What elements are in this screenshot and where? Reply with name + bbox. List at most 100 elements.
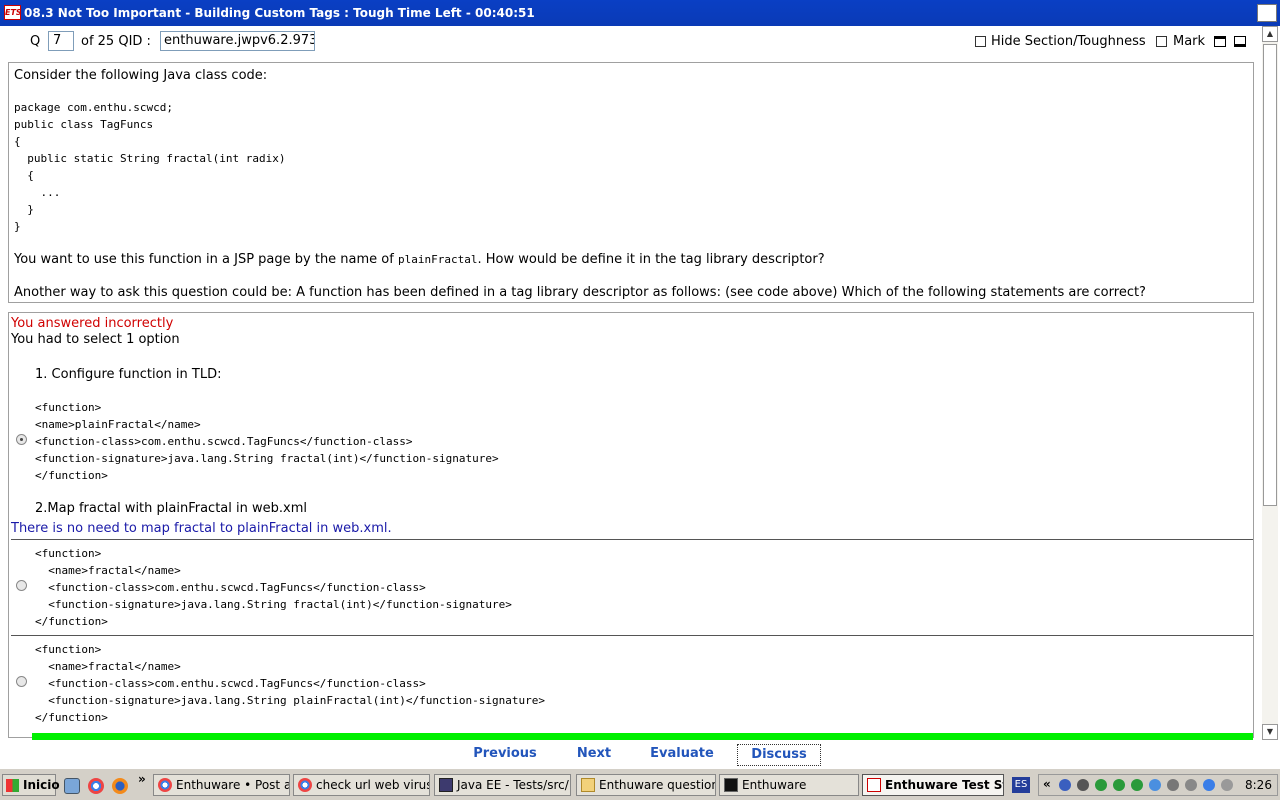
code-line: <function-signature>java.lang.String fra… <box>35 452 499 465</box>
question-panel: Consider the following Java class code: … <box>8 62 1254 303</box>
option-1-step1: 1. Configure function in TLD: <box>35 367 222 382</box>
mark-checkbox[interactable] <box>1156 36 1167 47</box>
window-close-button[interactable] <box>1257 4 1277 22</box>
print-icon[interactable] <box>1234 36 1246 47</box>
network-icon[interactable] <box>1059 779 1071 791</box>
next-button[interactable]: Next <box>572 744 616 766</box>
previous-button[interactable]: Previous <box>470 744 540 766</box>
hide-section-checkbox[interactable] <box>975 36 986 47</box>
scroll-up-icon[interactable]: ▲ <box>1262 26 1278 42</box>
code-line: <name>fractal</name> <box>35 660 181 673</box>
code-line: </function> <box>35 711 108 724</box>
taskbar-item[interactable]: Enthuware • Post a ... <box>153 774 290 796</box>
code-line: <function> <box>35 547 102 560</box>
taskbar: Inicio » Enthuware • Post a ... check ur… <box>0 768 1280 800</box>
prompt-text: . How would be define it in the tag libr… <box>477 252 825 267</box>
code-line: <function-class>com.enthu.scwcd.TagFuncs… <box>35 677 426 690</box>
code-line: public class TagFuncs <box>14 118 154 131</box>
code-line: package com.enthu.scwcd; <box>14 101 173 114</box>
code-line: <name>plainFractal</name> <box>35 418 201 431</box>
option-divider <box>11 539 1253 540</box>
qid-label: of 25 QID : <box>81 34 151 49</box>
question-number-input[interactable]: 7 <box>48 31 74 51</box>
tray-app-icon[interactable] <box>1095 779 1107 791</box>
code-line: } <box>14 203 34 216</box>
navigation-bar: Previous Next Evaluate Discuss <box>0 742 1280 768</box>
ets-icon <box>867 778 881 792</box>
chrome-icon <box>298 778 312 792</box>
window-title: 08.3 Not Too Important - Building Custom… <box>24 6 535 20</box>
language-indicator[interactable]: ES <box>1012 777 1030 793</box>
answer-panel: You answered incorrectly You had to sele… <box>8 312 1254 738</box>
quick-launch-overflow-icon[interactable]: » <box>138 772 146 786</box>
option-1-explanation: There is no need to map fractal to plain… <box>11 521 392 536</box>
code-line: <name>fractal</name> <box>35 564 181 577</box>
question-prompt: You want to use this function in a JSP p… <box>14 252 825 267</box>
taskbar-item[interactable]: Java EE - Tests/src/... <box>434 774 571 796</box>
question-label: Q <box>30 34 41 49</box>
prompt-code: plainFractal <box>397 253 478 266</box>
option-1-radio[interactable] <box>16 434 27 445</box>
chrome-icon <box>158 778 172 792</box>
tray-app-icon[interactable] <box>1113 779 1125 791</box>
tray-app-icon[interactable] <box>1167 779 1179 791</box>
eclipse-icon <box>439 778 453 792</box>
tray-app-icon[interactable] <box>1221 779 1233 791</box>
app-icon: ETS <box>4 5 22 20</box>
code-line: ... <box>14 186 61 199</box>
taskbar-item-label: Java EE - Tests/src/... <box>457 778 571 792</box>
start-label: Inicio <box>23 778 60 792</box>
answer-status: You answered incorrectly <box>11 316 174 331</box>
code-line: <function-class>com.enthu.scwcd.TagFuncs… <box>35 581 426 594</box>
taskbar-item[interactable]: check url web virus ... <box>293 774 430 796</box>
taskbar-item-active[interactable]: Enthuware Test St... <box>862 774 1004 796</box>
tray-app-icon[interactable] <box>1185 779 1197 791</box>
taskbar-item[interactable]: Enthuware <box>719 774 859 796</box>
option-1-step2: 2.Map fractal with plainFractal in web.x… <box>35 501 307 516</box>
volume-icon[interactable] <box>1077 779 1089 791</box>
tray-app-icon[interactable] <box>1203 779 1215 791</box>
tray-expand-icon[interactable]: « <box>1043 777 1051 791</box>
qid-field[interactable]: enthuware.jwpv6.2.973 <box>160 31 315 51</box>
code-line: { <box>14 169 34 182</box>
clock[interactable]: 8:26 <box>1245 778 1272 792</box>
taskbar-item-label: Enthuware <box>742 778 807 792</box>
code-line: public static String fractal(int radix) <box>14 152 286 165</box>
mark-label: Mark <box>1173 34 1206 49</box>
scroll-down-icon[interactable]: ▼ <box>1262 724 1278 740</box>
show-desktop-icon[interactable] <box>64 778 80 794</box>
folder-icon <box>581 778 595 792</box>
discuss-button[interactable]: Discuss <box>737 744 821 766</box>
windows-logo-icon <box>6 779 19 792</box>
vertical-scrollbar[interactable]: ▲ ▼ <box>1262 26 1278 740</box>
option-3-radio[interactable] <box>16 676 27 687</box>
taskbar-item-label: Enthuware • Post a ... <box>176 778 289 792</box>
code-line: </function> <box>35 469 108 482</box>
tray-app-icon[interactable] <box>1131 779 1143 791</box>
start-button[interactable]: Inicio <box>2 774 60 796</box>
taskbar-item-label: Enthuware questions <box>599 778 716 792</box>
window-mode-icon[interactable] <box>1214 36 1226 47</box>
taskbar-item-label: check url web virus ... <box>316 778 430 792</box>
code-line: } <box>14 220 21 233</box>
code-line: <function-signature>java.lang.String pla… <box>35 694 545 707</box>
option-divider <box>11 635 1253 636</box>
console-icon <box>724 778 738 792</box>
hide-section-label: Hide Section/Toughness <box>991 34 1146 49</box>
option-2-radio[interactable] <box>16 580 27 591</box>
taskbar-item[interactable]: Enthuware questions <box>576 774 716 796</box>
evaluate-button[interactable]: Evaluate <box>648 744 716 766</box>
question-intro: Consider the following Java class code: <box>14 68 268 83</box>
dropbox-icon[interactable] <box>1149 779 1161 791</box>
question-toolbar: Q 7 of 25 QID : enthuware.jwpv6.2.973 Hi… <box>0 26 1262 58</box>
answer-instruction: You had to select 1 option <box>11 332 180 347</box>
alt-prompt: Another way to ask this question could b… <box>14 285 1146 300</box>
code-line: </function> <box>35 615 108 628</box>
scroll-thumb[interactable] <box>1263 44 1277 506</box>
code-line: <function> <box>35 401 102 414</box>
chrome-icon[interactable] <box>88 778 104 794</box>
test-window: Q 7 of 25 QID : enthuware.jwpv6.2.973 Hi… <box>0 26 1280 768</box>
firefox-icon[interactable] <box>112 778 128 794</box>
system-tray: « 8:26 <box>1038 774 1278 796</box>
code-line: <function> <box>35 643 102 656</box>
